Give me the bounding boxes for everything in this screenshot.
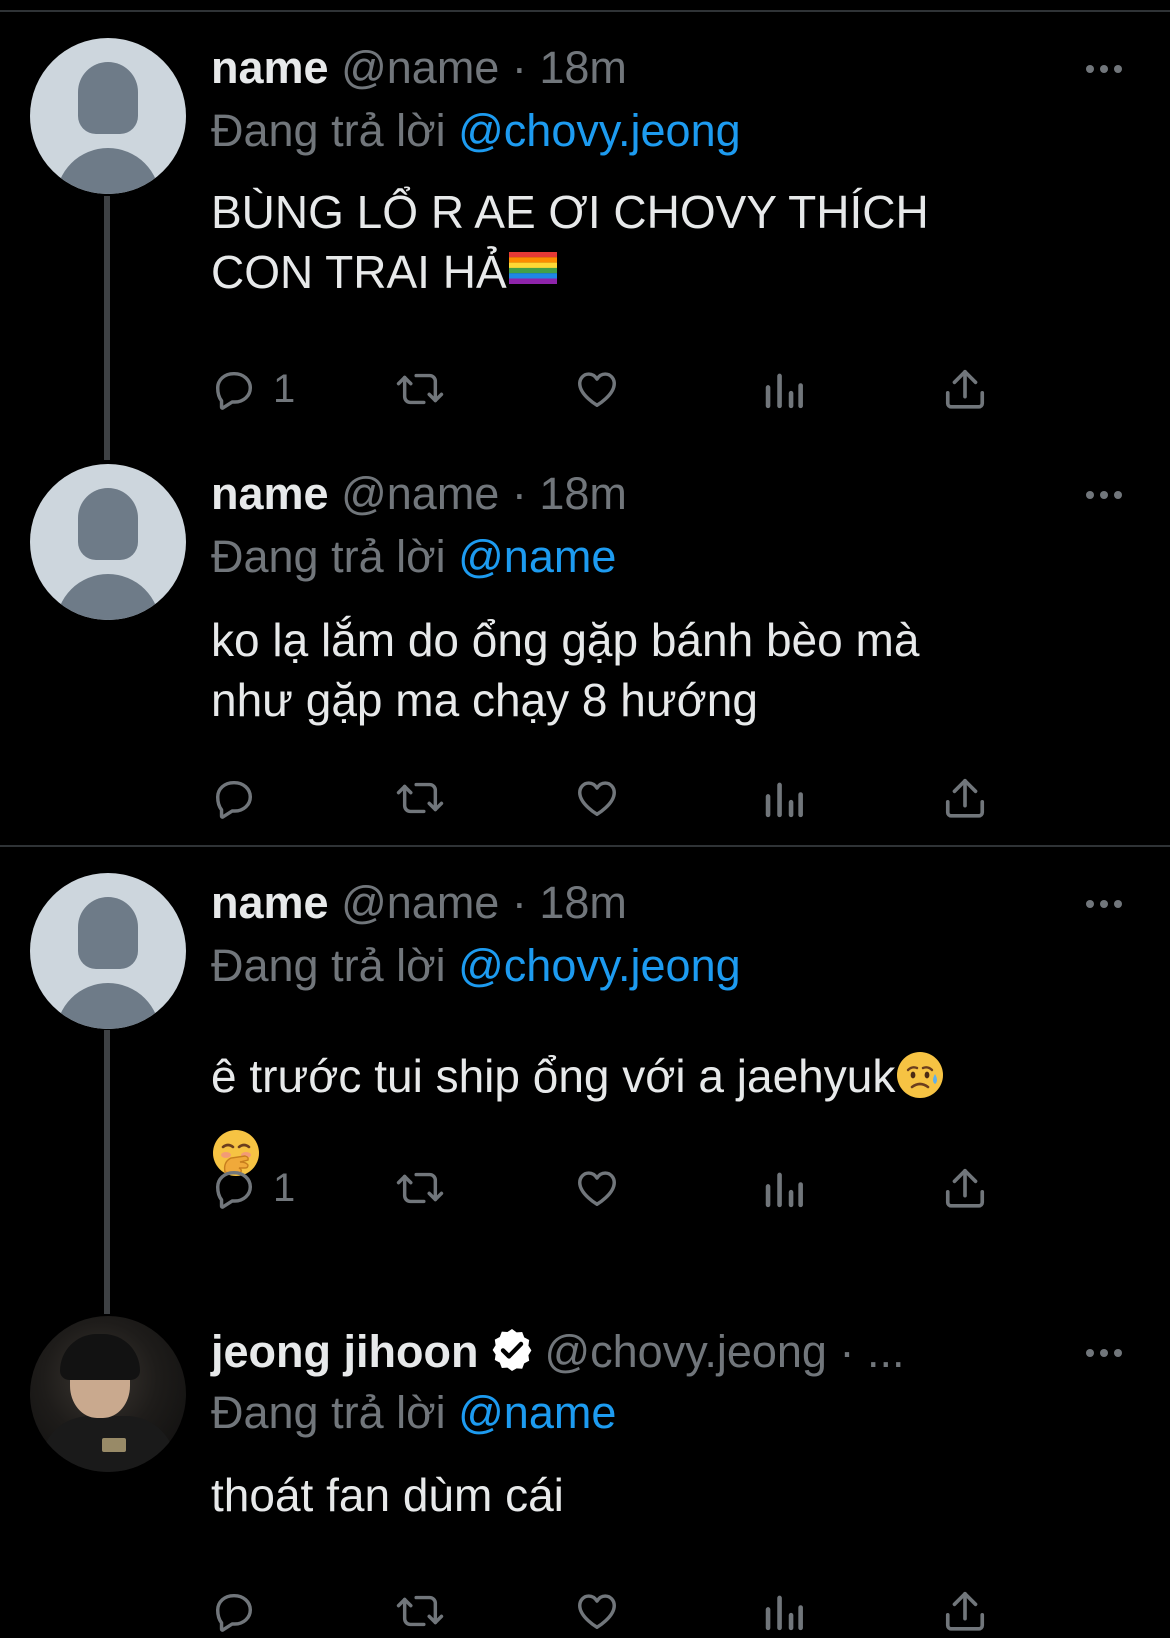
more-icon[interactable] [1086, 1347, 1126, 1359]
share-icon [945, 1591, 985, 1631]
tweet-header: jeong jihoon @chovy.jeong · ... [211, 1326, 904, 1378]
replying-to: Đang trả lời @name [211, 1387, 616, 1439]
more-icon[interactable] [1086, 898, 1126, 910]
retweet-icon [396, 782, 444, 814]
replying-mention[interactable]: @name [458, 531, 616, 582]
tweet-actions [211, 773, 1031, 823]
avatar[interactable] [30, 1316, 186, 1472]
tweet-text-line: ê trước tui ship ổng với a jaehyuk [211, 1050, 896, 1102]
timestamp: · 18m [511, 877, 627, 928]
reply-icon [215, 1170, 253, 1209]
more-icon[interactable] [1086, 63, 1126, 75]
user-handle[interactable]: @chovy.jeong [544, 1326, 827, 1377]
display-name[interactable]: name [211, 877, 329, 928]
like-icon [578, 1171, 616, 1207]
like-icon [578, 781, 616, 817]
replying-to: Đang trả lời @name [211, 531, 616, 583]
display-name[interactable]: jeong jihoon [211, 1326, 478, 1377]
replying-label: Đang trả lời [211, 531, 446, 582]
replying-mention[interactable]: @chovy.jeong [458, 105, 741, 156]
tweet-1[interactable]: name @name · 18m Đang trả lời @chovy.jeo… [0, 0, 1170, 440]
timestamp: · ... [839, 1326, 905, 1377]
tweet-3[interactable]: name @name · 18m Đang trả lời @chovy.jeo… [0, 847, 1170, 1310]
tweet-actions: 1 [211, 364, 1031, 414]
tweet-text: ko lạ lắm do ổng gặp bánh bèo mà như gặp… [211, 610, 919, 730]
tweet-actions [211, 1586, 1031, 1636]
tweet-header: name @name · 18m [211, 468, 627, 520]
retweet-icon [396, 1595, 444, 1627]
user-handle[interactable]: @name [341, 42, 499, 93]
tweet-text-line: như gặp ma chạy 8 hướng [211, 674, 758, 726]
tweet-header: name @name · 18m [211, 42, 627, 94]
reply-icon [215, 1593, 253, 1632]
tweet-text-line: CON TRAI HẢ [211, 246, 507, 298]
tweet-4[interactable]: jeong jihoon @chovy.jeong · ... Đang trả … [0, 1310, 1170, 1638]
views-icon [765, 1172, 803, 1208]
avatar[interactable] [30, 873, 186, 1029]
share-icon [945, 369, 985, 409]
replying-mention[interactable]: @name [458, 1387, 616, 1438]
display-name[interactable]: name [211, 468, 329, 519]
rainbow-flag-emoji [508, 252, 557, 284]
timestamp: · 18m [511, 468, 627, 519]
views-icon [765, 373, 803, 409]
like-icon [578, 1594, 616, 1630]
more-icon[interactable] [1086, 489, 1126, 501]
tweet-text: thoát fan dùm cái [211, 1465, 564, 1525]
retweet-icon [396, 1172, 444, 1204]
retweet-icon [396, 373, 444, 405]
views-icon [765, 782, 803, 818]
verified-badge-icon [493, 1329, 532, 1371]
timestamp: · 18m [511, 42, 627, 93]
share-icon [945, 1168, 985, 1208]
tweet-actions: 1 [211, 1163, 1031, 1213]
reply-icon [215, 371, 253, 410]
tweet-text-line: thoát fan dùm cái [211, 1469, 564, 1521]
sad-but-relieved-face-emoji [897, 1052, 944, 1098]
replying-mention[interactable]: @chovy.jeong [458, 940, 741, 991]
replying-to: Đang trả lời @chovy.jeong [211, 940, 741, 992]
tweet-text-line: BÙNG LỔ R AE ƠI CHOVY THÍCH [211, 186, 929, 238]
replying-label: Đang trả lời [211, 105, 446, 156]
views-icon [765, 1595, 803, 1631]
user-handle[interactable]: @name [341, 468, 499, 519]
tweet-text: BÙNG LỔ R AE ƠI CHOVY THÍCH CON TRAI HẢ [211, 182, 929, 302]
avatar[interactable] [30, 38, 186, 194]
replying-label: Đang trả lời [211, 940, 446, 991]
reply-count: 1 [273, 367, 296, 411]
tweet-header: name @name · 18m [211, 877, 627, 929]
like-icon [578, 372, 616, 408]
display-name[interactable]: name [211, 42, 329, 93]
avatar[interactable] [30, 464, 186, 620]
replying-label: Đang trả lời [211, 1387, 446, 1438]
tweet-text-line: ko lạ lắm do ổng gặp bánh bèo mà [211, 614, 920, 666]
reply-icon [215, 780, 253, 819]
tweet-2[interactable]: name @name · 18m Đang trả lời @name ko l… [0, 440, 1170, 845]
user-handle[interactable]: @name [341, 877, 499, 928]
reply-count: 1 [273, 1166, 296, 1210]
replying-to: Đang trả lời @chovy.jeong [211, 105, 741, 157]
share-icon [945, 778, 985, 818]
